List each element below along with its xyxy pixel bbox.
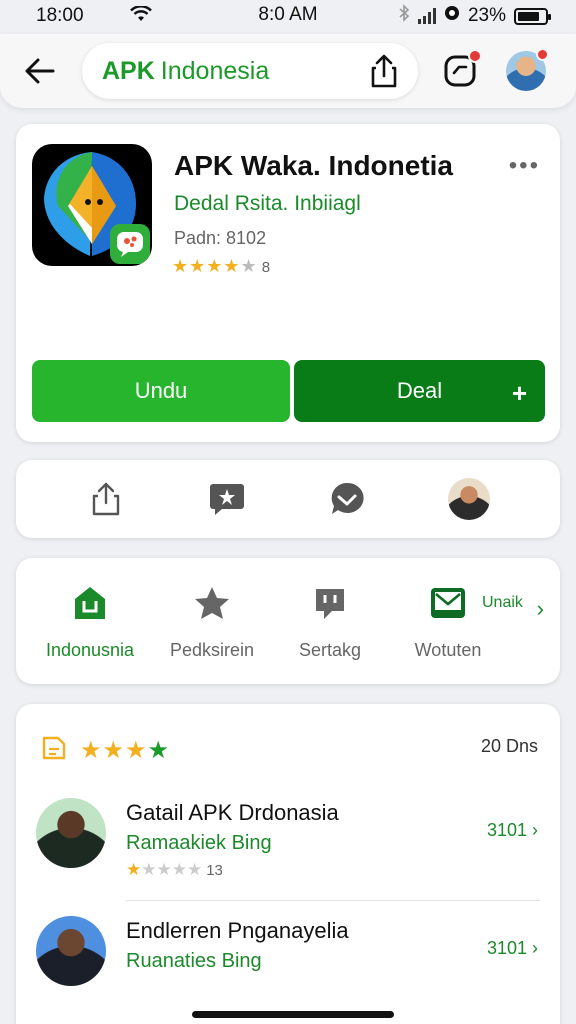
share-icon[interactable]: [370, 54, 398, 88]
rating-count: 8: [261, 259, 272, 276]
tab-label: Indonusnia: [45, 640, 135, 660]
search-bar[interactable]: APK Indonesia: [82, 43, 418, 99]
rate-message-icon[interactable]: [207, 479, 247, 519]
review-item[interactable]: Gatail APK Drdonasia Ramaakiek Bing ★★★★…: [36, 798, 540, 898]
divider: [126, 900, 540, 901]
review-item[interactable]: Endlerren Pnganayelia Ruanaties Bing 310…: [36, 916, 540, 1016]
profile-avatar[interactable]: [506, 48, 549, 91]
reviews-count: 20 Dns: [480, 736, 538, 756]
star-icon: [152, 582, 272, 624]
review-stars-empty: ★★★★: [141, 860, 203, 879]
app-developer[interactable]: Dedal Rsita. Inbiiagl: [174, 192, 361, 216]
reviews-stars: ★★★★: [80, 736, 170, 765]
review-link[interactable]: 3101 ›: [487, 820, 538, 841]
reviewer-avatar: [36, 798, 106, 868]
battery-icon: [514, 7, 551, 25]
tab-featured[interactable]: Pedksirein: [152, 582, 272, 661]
review-stars: ★★★★★ 13: [126, 860, 223, 880]
reviews-star-green: ★: [147, 737, 171, 764]
app-title: APK Waka. Indonetia: [174, 150, 454, 181]
search-text: Indonesia: [160, 56, 270, 85]
profile-dot: [536, 48, 549, 61]
review-link[interactable]: 3101 ›: [487, 938, 538, 959]
app-badge-icon: [110, 224, 150, 264]
tab-side-label: Unaik: [482, 594, 523, 611]
bookmark-icon: [270, 582, 390, 624]
category-tabs-card: Indonusnia Pedksirein Sertakg Wotuten Un…: [16, 558, 560, 684]
open-button-label: Deal: [396, 378, 443, 403]
review-stars-count: 13: [206, 862, 223, 879]
review-stars-filled: ★: [126, 860, 142, 879]
review-document-icon: [40, 734, 68, 767]
rating-star-empty: ★: [240, 256, 258, 276]
install-button-label: Undu: [134, 378, 188, 403]
chevron-right-icon[interactable]: ›: [537, 596, 544, 622]
review-subtitle: Ramaakiek Bing: [126, 832, 272, 854]
reviews-stars-gold: ★★★: [80, 737, 148, 764]
tab-label: Sertakg: [298, 640, 362, 660]
app-info-card: APK Waka. Indonetia ••• Dedal Rsita. Inb…: [16, 124, 560, 442]
app-rating: ★★★★★ 8: [172, 256, 271, 277]
status-clock: 8:0 AM: [258, 4, 318, 25]
back-arrow-icon[interactable]: [18, 49, 62, 93]
rating-stars: ★★★★: [172, 256, 241, 276]
notification-icon[interactable]: [442, 49, 482, 89]
notification-dot: [468, 49, 482, 63]
tab-category[interactable]: Sertakg: [270, 582, 390, 661]
status-bar: 18:00 8:0 AM 23%: [0, 0, 576, 32]
reviewer-avatar: [36, 916, 106, 986]
tab-label: Pedksirein: [169, 640, 255, 660]
tab-indonesia[interactable]: Indonusnia: [30, 582, 150, 661]
reviews-card: ★★★★ 20 Dns Gatail APK Drdonasia Ramaaki…: [16, 704, 560, 1024]
user-avatar[interactable]: [447, 478, 490, 520]
tab-label: Wotuten: [414, 640, 482, 660]
search-brand: APK: [102, 56, 155, 85]
home-indicator[interactable]: [192, 1011, 394, 1018]
app-logo-icon: [32, 144, 152, 266]
quick-actions-card: [16, 460, 560, 538]
review-subtitle: Ruanaties Bing: [126, 950, 262, 972]
reviews-header: ★★★★: [40, 734, 170, 767]
plus-icon: +: [511, 378, 527, 408]
open-button[interactable]: Deal +: [294, 360, 545, 422]
home-icon: [30, 582, 150, 624]
app-meta: Padn: 8102: [174, 228, 267, 248]
more-options-icon[interactable]: •••: [509, 152, 540, 180]
top-app-bar: APK Indonesia: [0, 34, 576, 108]
chat-icon[interactable]: [327, 479, 367, 519]
reviewer-name: Endlerren Pnganayelia: [126, 918, 349, 943]
share-action-icon[interactable]: [86, 479, 126, 519]
reviewer-name: Gatail APK Drdonasia: [126, 800, 339, 825]
install-button[interactable]: Undu: [32, 360, 290, 422]
